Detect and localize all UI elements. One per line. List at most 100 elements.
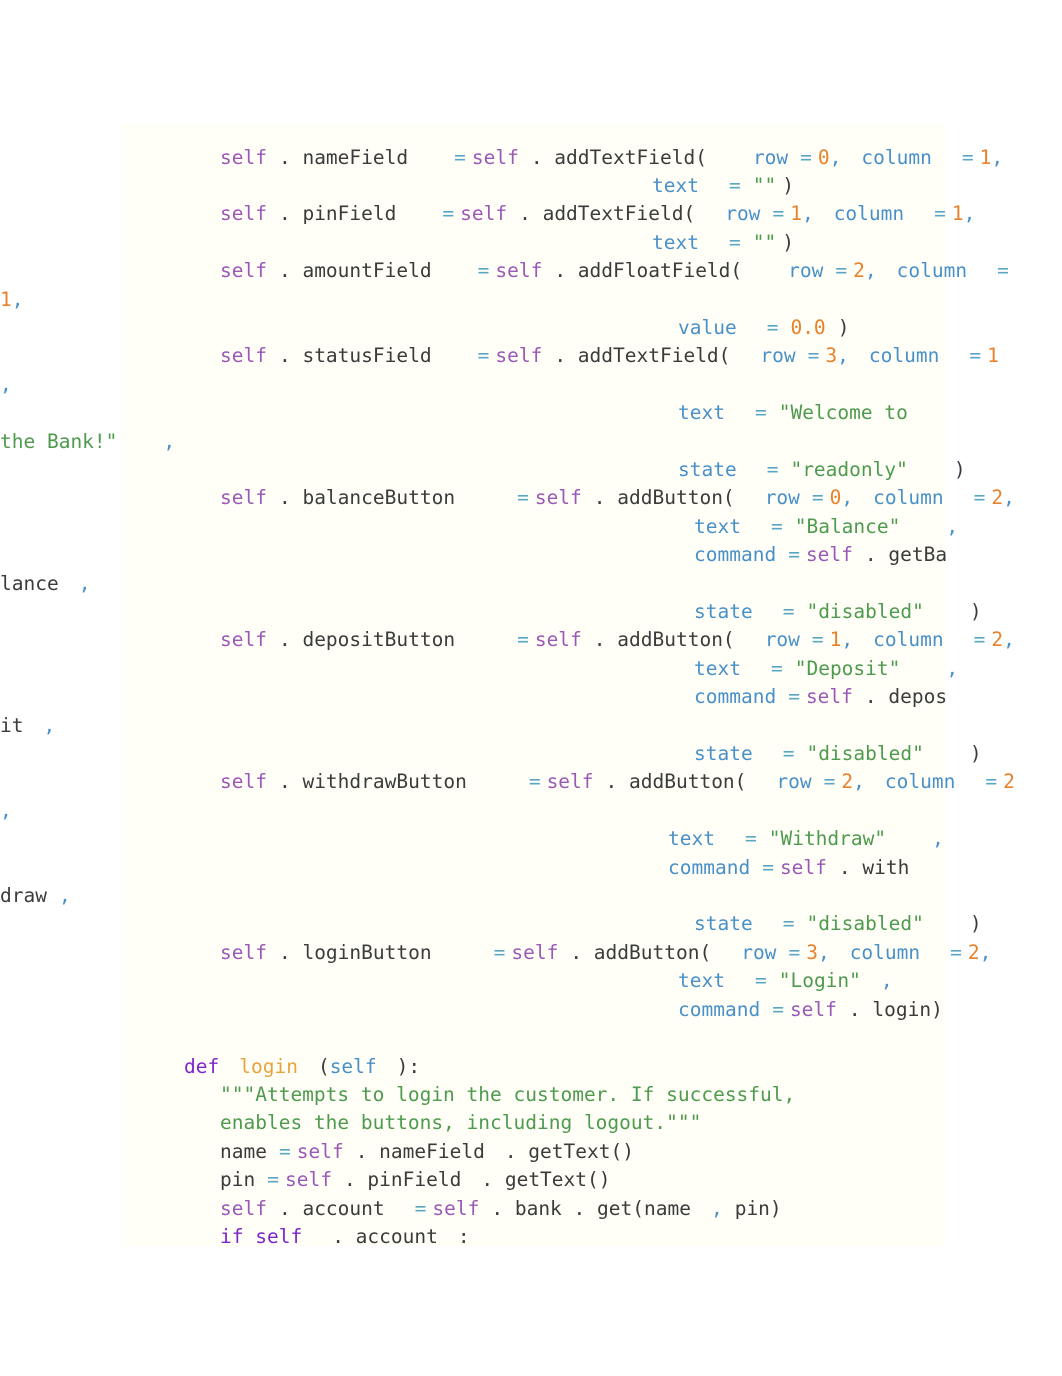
token-id: . addButton( bbox=[593, 486, 735, 510]
token-param: column bbox=[896, 259, 968, 283]
token-str: "Deposit" bbox=[794, 656, 901, 680]
token-pun: , bbox=[932, 827, 944, 851]
token-id: ) bbox=[782, 230, 794, 254]
token-op: = bbox=[772, 202, 785, 226]
code-line: it, bbox=[0, 712, 1062, 740]
token-op: = bbox=[762, 855, 774, 879]
code-line: the Bank!", bbox=[0, 428, 1062, 456]
token-pun: , bbox=[817, 940, 830, 964]
code-line: self. balanceButton = self. addButton(row =… bbox=[0, 484, 1062, 512]
token-str: "Balance" bbox=[794, 514, 901, 538]
code-line: 1, bbox=[0, 286, 1062, 314]
token-param: row bbox=[725, 202, 761, 226]
token-self: self bbox=[805, 685, 853, 709]
token-op: = bbox=[772, 997, 784, 1021]
token-self: self bbox=[220, 770, 267, 794]
token-str: "readonly" bbox=[790, 457, 908, 481]
token-param: text bbox=[694, 514, 741, 538]
token-pun: , bbox=[1003, 486, 1015, 510]
token-self: self bbox=[220, 940, 267, 964]
token-pun: , bbox=[979, 940, 992, 964]
code-line: """Attempts to login the customer. If su… bbox=[0, 1081, 1062, 1109]
token-op: = bbox=[788, 685, 800, 709]
token-id: ) bbox=[837, 315, 850, 339]
token-op: = bbox=[807, 344, 820, 368]
token-op: = bbox=[934, 202, 946, 226]
token-id: . pinField bbox=[278, 202, 397, 226]
token-pun: , bbox=[991, 145, 1004, 169]
token-id: . addButton( bbox=[605, 770, 747, 794]
token-pun: , bbox=[829, 145, 842, 169]
token-op: = bbox=[728, 230, 741, 254]
token-pun: , bbox=[837, 344, 849, 368]
token-param: row bbox=[764, 628, 800, 652]
token-num: 1 bbox=[979, 145, 992, 169]
code-line: text = "Welcome to bbox=[0, 399, 1062, 427]
token-str: "disabled" bbox=[806, 912, 924, 936]
token-id: . pinField bbox=[343, 1168, 462, 1192]
token-param: text bbox=[668, 827, 715, 851]
token-id: lance bbox=[0, 571, 59, 595]
token-parm2: self bbox=[329, 1054, 377, 1078]
token-pun: , bbox=[946, 656, 959, 680]
token-id: ): bbox=[396, 1054, 421, 1078]
token-id: pin) bbox=[734, 1196, 782, 1220]
token-op: = bbox=[267, 1168, 279, 1192]
code-listing[interactable]: self. nameField = self. addTextField(row = 0… bbox=[0, 144, 1062, 1252]
token-op: = bbox=[414, 1196, 427, 1220]
token-id: ( bbox=[317, 1054, 330, 1078]
token-param: row bbox=[788, 259, 824, 283]
token-self: self bbox=[220, 344, 267, 368]
token-num: 2 bbox=[991, 486, 1004, 510]
token-self: self bbox=[511, 940, 559, 964]
token-id: . with bbox=[838, 855, 910, 879]
token-param: column bbox=[868, 344, 940, 368]
token-param: value bbox=[678, 315, 737, 339]
token-param: state bbox=[694, 912, 753, 936]
token-id: . addTextField( bbox=[554, 344, 731, 368]
token-self: self bbox=[220, 486, 267, 510]
token-op: = bbox=[477, 259, 490, 283]
token-id: . bank . get(name bbox=[491, 1196, 691, 1220]
token-param: row bbox=[776, 770, 812, 794]
code-line: if self . account: bbox=[0, 1223, 1062, 1251]
token-pun: , bbox=[801, 202, 814, 226]
token-param: text bbox=[652, 230, 699, 254]
token-op: = bbox=[782, 912, 795, 936]
code-line: state = "disabled") bbox=[0, 740, 1062, 768]
token-id: it bbox=[0, 713, 24, 737]
token-self: self bbox=[534, 486, 582, 510]
code-line: draw, bbox=[0, 882, 1062, 910]
code-line: self. pinField = self. addTextField(row = 1,… bbox=[0, 200, 1062, 228]
token-num: 2 bbox=[841, 770, 854, 794]
code-line: def login (self): bbox=[0, 1053, 1062, 1081]
token-self: self bbox=[460, 202, 508, 226]
token-id: . amountField bbox=[278, 259, 432, 283]
token-id: . nameField bbox=[355, 1139, 485, 1163]
code-line: self. withdrawButton = self. addButton(row… bbox=[0, 768, 1062, 796]
token-self: self bbox=[432, 1196, 480, 1220]
token-self: self bbox=[220, 1196, 267, 1220]
token-op: = bbox=[973, 628, 986, 652]
token-num: 3 bbox=[806, 940, 818, 964]
token-param: row bbox=[760, 344, 796, 368]
token-op: = bbox=[782, 600, 795, 623]
token-str: "disabled" bbox=[806, 600, 924, 623]
code-line: enables the buttons, including logout.""… bbox=[0, 1109, 1062, 1137]
token-pun: , bbox=[58, 884, 71, 908]
token-id: . loginButton bbox=[278, 940, 432, 964]
token-op: = bbox=[754, 969, 767, 993]
token-op: = bbox=[823, 770, 836, 794]
token-op: = bbox=[788, 543, 800, 567]
token-id: . getBa bbox=[864, 543, 948, 567]
token-num: 1 bbox=[790, 202, 802, 226]
token-id: . getText() bbox=[481, 1168, 611, 1192]
code-line: text = "") bbox=[0, 172, 1062, 200]
token-self: self bbox=[220, 259, 267, 283]
code-line: , bbox=[0, 797, 1062, 825]
token-id: . login) bbox=[848, 997, 943, 1021]
token-op: = bbox=[973, 486, 986, 510]
token-self: self bbox=[789, 997, 837, 1021]
token-op: = bbox=[728, 173, 741, 197]
token-op: = bbox=[766, 457, 779, 481]
